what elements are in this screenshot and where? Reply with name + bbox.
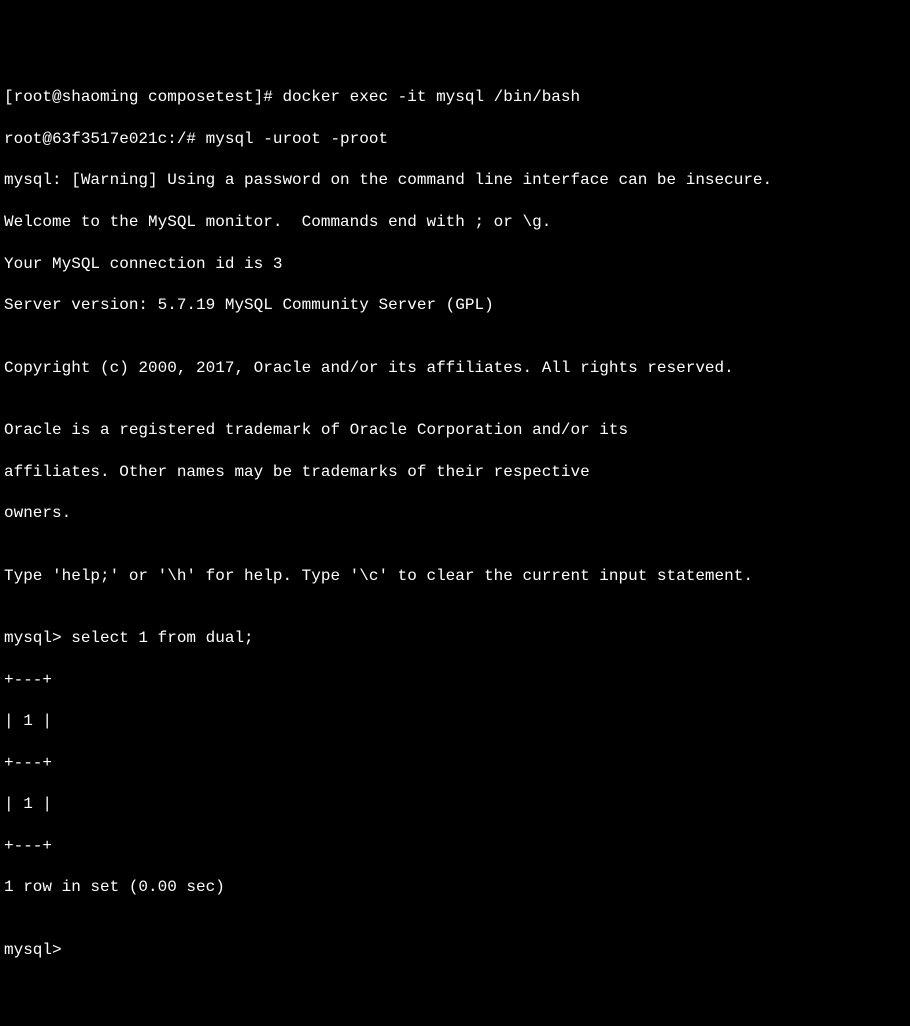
table-data-row: | 1 | [4, 794, 906, 815]
table-border-mid: +---+ [4, 753, 906, 774]
mysql-query-line: mysql> select 1 from dual; [4, 628, 906, 649]
mysql-trademark-line-3: owners. [4, 503, 906, 524]
table-header-row: | 1 | [4, 711, 906, 732]
mysql-warning-line: mysql: [Warning] Using a password on the… [4, 170, 906, 191]
table-border-top: +---+ [4, 670, 906, 691]
shell-prompt-line: [root@shaoming composetest]# docker exec… [4, 87, 906, 108]
mysql-prompt-line[interactable]: mysql> [4, 940, 906, 961]
mysql-welcome-line: Welcome to the MySQL monitor. Commands e… [4, 212, 906, 233]
mysql-help-line: Type 'help;' or '\h' for help. Type '\c'… [4, 566, 906, 587]
mysql-server-version-line: Server version: 5.7.19 MySQL Community S… [4, 295, 906, 316]
mysql-trademark-line-2: affiliates. Other names may be trademark… [4, 462, 906, 483]
table-border-bottom: +---+ [4, 836, 906, 857]
mysql-result-summary: 1 row in set (0.00 sec) [4, 877, 906, 898]
mysql-connection-id-line: Your MySQL connection id is 3 [4, 254, 906, 275]
mysql-trademark-line-1: Oracle is a registered trademark of Orac… [4, 420, 906, 441]
mysql-copyright-line: Copyright (c) 2000, 2017, Oracle and/or … [4, 358, 906, 379]
container-shell-line: root@63f3517e021c:/# mysql -uroot -proot [4, 129, 906, 150]
